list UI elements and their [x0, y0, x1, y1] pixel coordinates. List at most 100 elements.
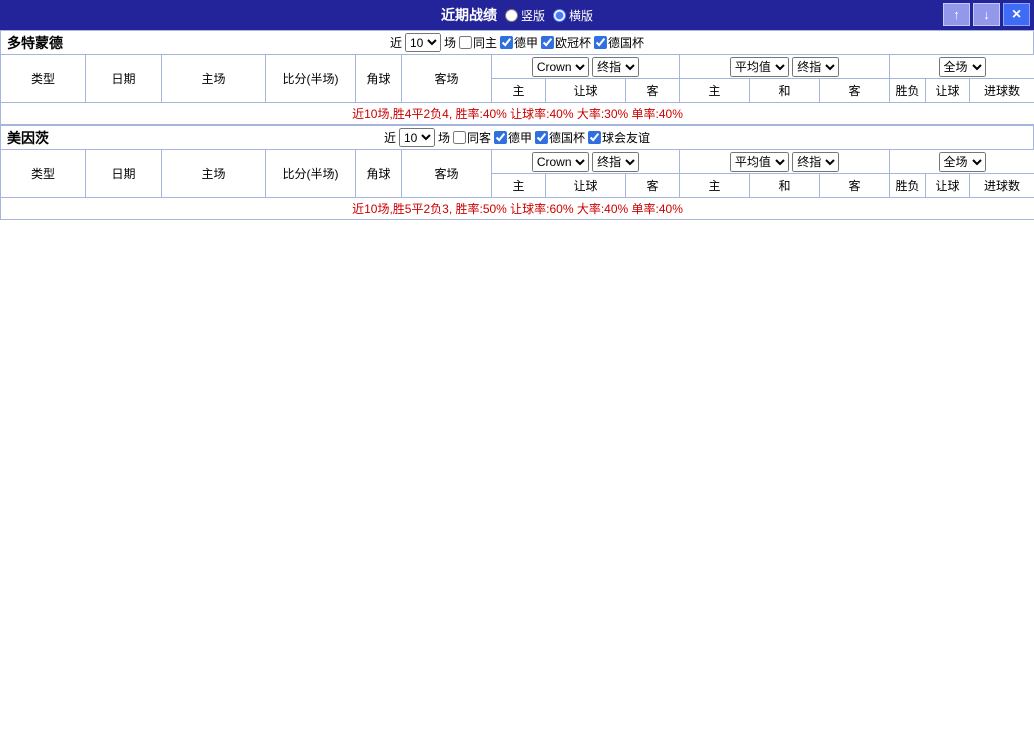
match-count-select[interactable]: 10 [404, 33, 441, 52]
asian-odds-group: Crown 终指 [490, 149, 681, 174]
col-header-date: 日期 [85, 54, 162, 103]
table-header-row-1: 类型 日期 主场 比分(半场) 角球 客场 Crown 终指 平均值 终指 全场 [0, 54, 1034, 103]
bookmaker-select[interactable]: Crown [531, 56, 589, 77]
competition-checkbox-3[interactable] [588, 131, 602, 144]
window-buttons: ↑ ↓ × [943, 3, 1030, 26]
same-venue-label: 同主 [472, 36, 497, 50]
games-label: 场 [437, 131, 450, 145]
result-group: 全场 [889, 54, 1034, 79]
competition-filter-1[interactable]: 德甲 [494, 129, 532, 146]
average-select[interactable]: 平均值 [729, 56, 789, 77]
competition-label-3: 球会友谊 [602, 131, 651, 145]
col-header-score: 比分(半场) [265, 149, 356, 198]
recent-results-window: 近期战绩 竖版 横版 ↑ ↓ × 多特蒙德 近 10 场 同主 德甲 欧冠杯 德… [0, 0, 1034, 220]
competition-filter-2[interactable]: 欧冠杯 [541, 34, 591, 51]
section-header: 美因茨 近 10 场 同客 德甲 德国杯 球会友谊 [0, 125, 1034, 149]
scope-select[interactable]: 全场 [938, 151, 986, 172]
col-header-asian-away: 客 [624, 78, 681, 103]
competition-filter-3[interactable]: 德国杯 [594, 34, 644, 51]
col-header-type: 类型 [0, 54, 86, 103]
col-header-home: 主场 [161, 149, 266, 198]
same-venue-checkbox[interactable] [458, 36, 472, 49]
average-select[interactable]: 平均值 [729, 151, 789, 172]
col-header-euro-draw: 和 [749, 173, 821, 198]
title-bar: 近期战绩 竖版 横版 ↑ ↓ × [0, 0, 1034, 30]
col-header-corner: 角球 [355, 149, 402, 198]
near-label: 近 [389, 36, 402, 50]
section-header: 多特蒙德 近 10 场 同主 德甲 欧冠杯 德国杯 [0, 30, 1034, 54]
scope-select[interactable]: 全场 [938, 56, 986, 77]
col-header-euro-draw: 和 [749, 78, 821, 103]
competition-checkbox-3[interactable] [594, 36, 608, 49]
competition-filter-1[interactable]: 德甲 [500, 34, 538, 51]
col-header-date: 日期 [85, 149, 162, 198]
horizontal-radio-label: 横版 [569, 8, 594, 23]
team-section-mainz: 美因茨 近 10 场 同客 德甲 德国杯 球会友谊 类型 日期 主场 比分(半场… [0, 125, 1034, 220]
scroll-down-button[interactable]: ↓ [973, 3, 1000, 26]
euro-final-select[interactable]: 终指 [792, 151, 840, 172]
same-venue-checkbox[interactable] [452, 131, 466, 144]
results-table: 类型 日期 主场 比分(半场) 角球 客场 Crown 终指 平均值 终指 全场… [0, 149, 1034, 220]
vertical-radio[interactable] [504, 8, 518, 22]
competition-checkbox-1[interactable] [500, 36, 513, 49]
competition-label-1: 德甲 [508, 131, 533, 145]
competition-filter-3[interactable]: 球会友谊 [588, 129, 650, 146]
col-header-handicap: 让球 [925, 173, 971, 198]
scroll-up-button[interactable]: ↑ [943, 3, 970, 26]
col-header-result: 胜负 [889, 173, 927, 198]
col-header-goals: 进球数 [969, 173, 1034, 198]
close-button[interactable]: × [1003, 3, 1030, 26]
bookmaker-select[interactable]: Crown [531, 151, 589, 172]
col-header-asian-away: 客 [624, 173, 681, 198]
same-venue-filter[interactable]: 同主 [458, 34, 497, 51]
games-label: 场 [443, 36, 456, 50]
col-header-home: 主场 [161, 54, 266, 103]
summary-text: 近10场,胜4平2负4, 胜率:40% 让球率:40% 大率:30% 单率:40… [0, 102, 1034, 125]
col-header-asian-line: 让球 [545, 173, 626, 198]
team-name: 多特蒙德 [7, 34, 63, 51]
match-count-select[interactable]: 10 [398, 128, 435, 147]
competition-checkbox-1[interactable] [494, 131, 507, 144]
col-header-euro-away: 客 [819, 173, 891, 198]
competition-checkbox-2[interactable] [535, 131, 549, 144]
summary-text: 近10场,胜5平2负3, 胜率:50% 让球率:60% 大率:40% 单率:40… [0, 197, 1034, 220]
euro-odds-group: 平均值 终指 [679, 149, 891, 174]
window-title: 近期战绩 [440, 7, 497, 23]
near-label: 近 [383, 131, 396, 145]
team-section-dortmund: 多特蒙德 近 10 场 同主 德甲 欧冠杯 德国杯 类型 日期 主场 比分(半场… [0, 30, 1034, 125]
summary-row: 近10场,胜5平2负3, 胜率:50% 让球率:60% 大率:40% 单率:40… [0, 197, 1034, 220]
col-header-handicap: 让球 [925, 78, 971, 103]
col-header-type: 类型 [0, 149, 86, 198]
same-venue-label: 同客 [466, 131, 491, 145]
title-group: 近期战绩 竖版 横版 [441, 5, 593, 25]
filter-controls: 近 10 场 同客 德甲 德国杯 球会友谊 [384, 128, 650, 147]
col-header-euro-home: 主 [679, 173, 751, 198]
col-header-asian-line: 让球 [545, 78, 626, 103]
competition-label-2: 欧冠杯 [555, 36, 592, 50]
competition-checkbox-2[interactable] [541, 36, 555, 49]
asian-final-select[interactable]: 终指 [592, 151, 640, 172]
result-group: 全场 [889, 149, 1034, 174]
summary-row: 近10场,胜4平2负4, 胜率:40% 让球率:40% 大率:30% 单率:40… [0, 102, 1034, 125]
layout-vertical-option[interactable]: 竖版 [504, 7, 545, 24]
col-header-score: 比分(半场) [265, 54, 356, 103]
competition-label-1: 德甲 [514, 36, 539, 50]
euro-final-select[interactable]: 终指 [792, 56, 840, 77]
table-header-row-1: 类型 日期 主场 比分(半场) 角球 客场 Crown 终指 平均值 终指 全场 [0, 149, 1034, 198]
col-header-corner: 角球 [355, 54, 402, 103]
same-venue-filter[interactable]: 同客 [452, 129, 491, 146]
col-header-asian-home: 主 [491, 78, 546, 103]
col-header-goals: 进球数 [969, 78, 1034, 103]
competition-filter-2[interactable]: 德国杯 [535, 129, 585, 146]
layout-horizontal-option[interactable]: 横版 [553, 7, 593, 24]
horizontal-radio[interactable] [553, 8, 566, 22]
col-header-away: 客场 [401, 54, 492, 103]
col-header-asian-home: 主 [491, 173, 546, 198]
col-header-euro-away: 客 [819, 78, 891, 103]
results-table: 类型 日期 主场 比分(半场) 角球 客场 Crown 终指 平均值 终指 全场… [0, 54, 1034, 125]
asian-odds-group: Crown 终指 [490, 54, 681, 79]
team-name: 美因茨 [7, 129, 49, 146]
col-header-away: 客场 [401, 149, 492, 198]
filter-controls: 近 10 场 同主 德甲 欧冠杯 德国杯 [390, 33, 644, 52]
asian-final-select[interactable]: 终指 [592, 56, 640, 77]
